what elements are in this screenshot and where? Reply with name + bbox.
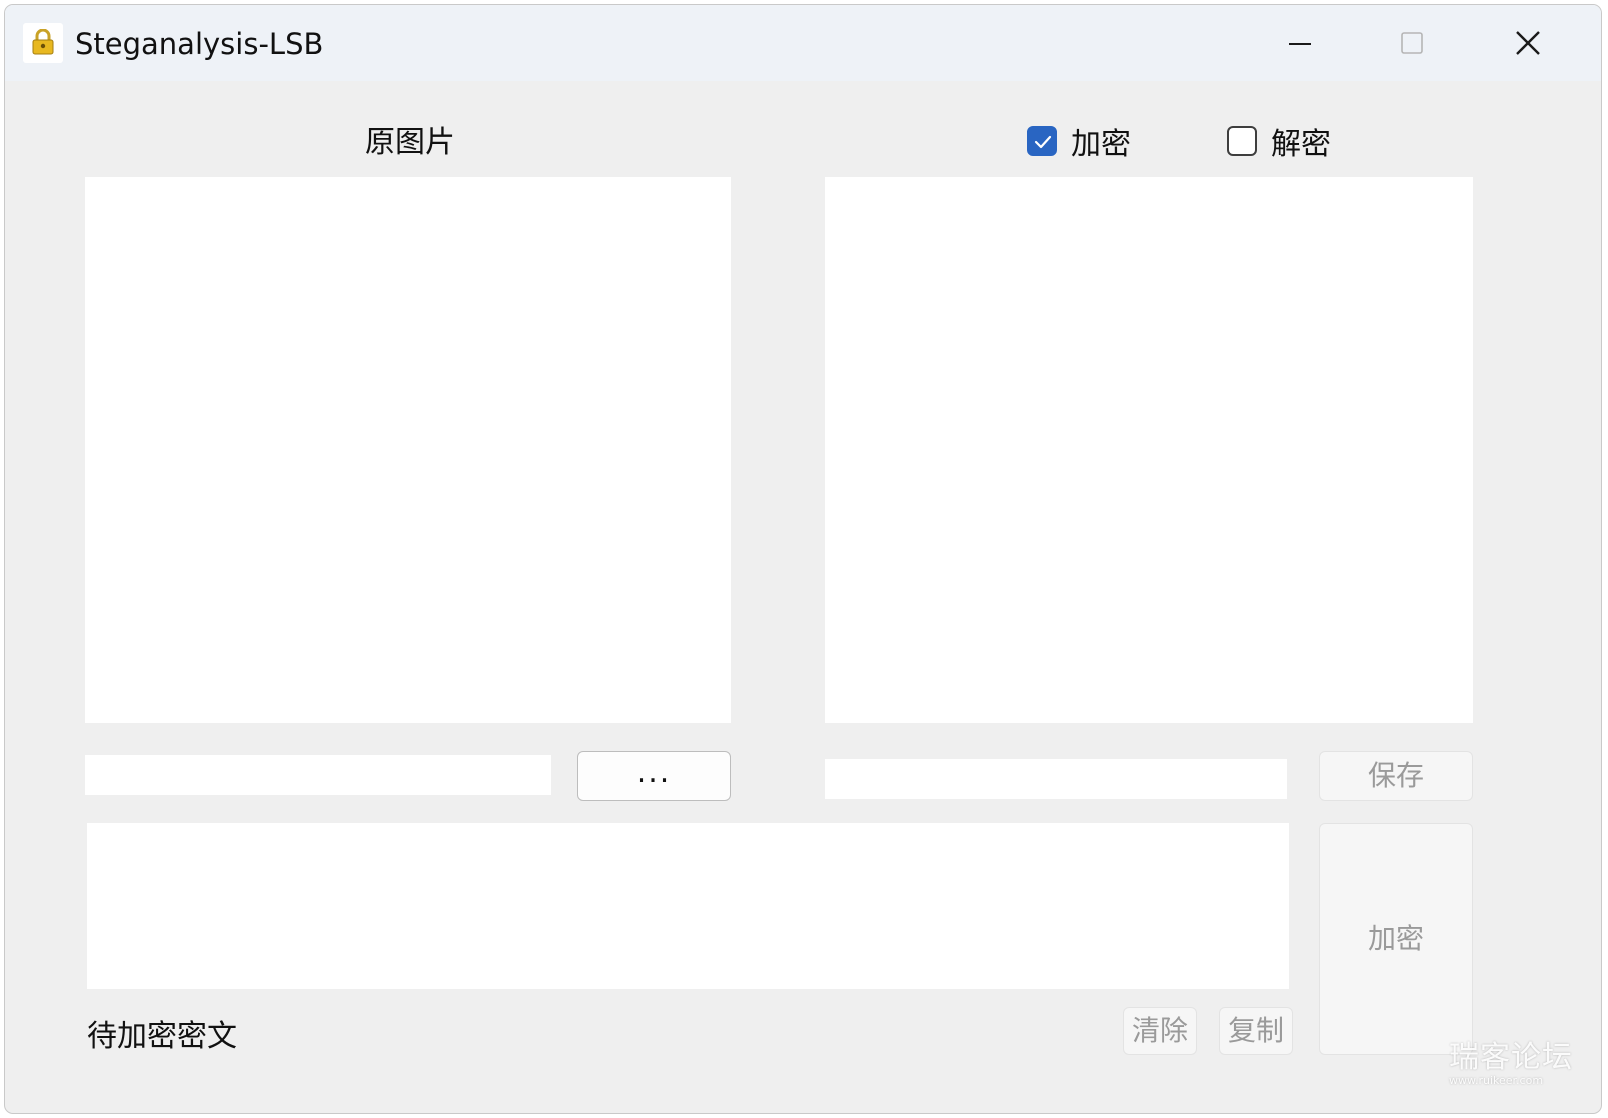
maximize-button[interactable]: [1377, 15, 1447, 71]
encrypt-checkbox[interactable]: 加密: [1027, 121, 1131, 162]
close-icon: [1516, 31, 1540, 55]
maximize-icon: [1401, 32, 1423, 54]
plaintext-input[interactable]: [87, 823, 1289, 989]
browse-button[interactable]: ...: [577, 751, 731, 801]
app-window: Steganalysis-LSB 原图片 加密 解密 ... 保存 加密 待加密…: [4, 4, 1602, 1114]
result-image-path-field[interactable]: [825, 759, 1287, 799]
window-title: Steganalysis-LSB: [75, 27, 324, 61]
clear-button[interactable]: 清除: [1123, 1007, 1197, 1055]
lock-icon: [23, 23, 63, 63]
watermark: 瑞客论坛 www.ruikeer.com: [1449, 1040, 1573, 1087]
title-bar[interactable]: Steganalysis-LSB: [5, 5, 1601, 81]
encrypt-action-button[interactable]: 加密: [1319, 823, 1473, 1055]
save-button[interactable]: 保存: [1319, 751, 1473, 801]
copy-button[interactable]: 复制: [1219, 1007, 1293, 1055]
original-image-label: 原图片: [365, 125, 455, 160]
original-image-path-field[interactable]: [85, 755, 551, 795]
plaintext-label: 待加密密文: [87, 1019, 237, 1054]
watermark-url: www.ruikeer.com: [1449, 1074, 1544, 1087]
decrypt-checkbox[interactable]: 解密: [1227, 121, 1331, 162]
original-image-preview: [85, 177, 731, 723]
result-image-preview: [825, 177, 1473, 723]
checkbox-checked-icon: [1027, 126, 1057, 156]
watermark-text: 瑞客论坛: [1449, 1040, 1573, 1075]
minimize-button[interactable]: [1265, 15, 1335, 71]
encrypt-checkbox-label: 加密: [1071, 127, 1131, 162]
minimize-icon: [1289, 43, 1311, 45]
close-button[interactable]: [1493, 15, 1563, 71]
checkbox-unchecked-icon: [1227, 126, 1257, 156]
decrypt-checkbox-label: 解密: [1271, 127, 1331, 162]
